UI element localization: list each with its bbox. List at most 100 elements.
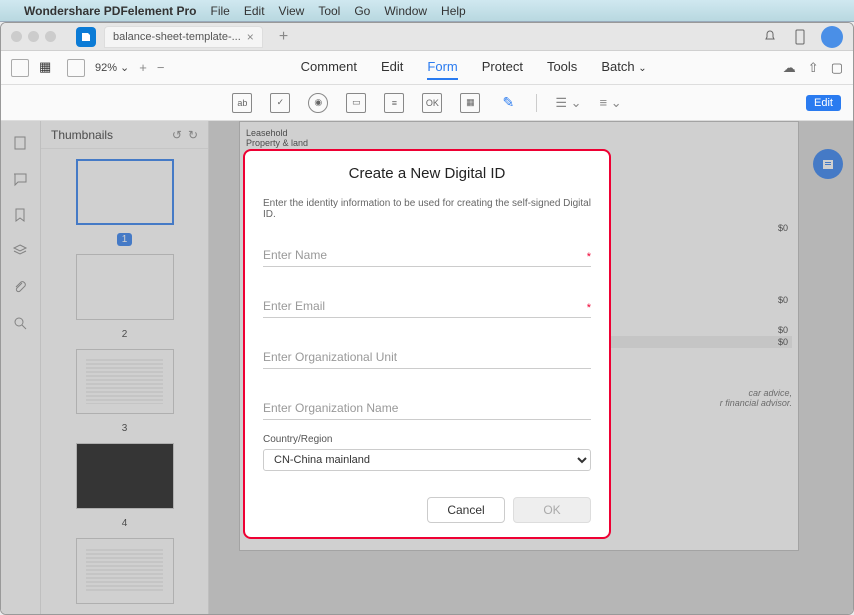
zoom-in-button[interactable]: + [139,60,147,75]
floating-action-button[interactable] [813,149,843,179]
menu-tool[interactable]: Tool [318,4,340,18]
checkbox-tool-icon[interactable]: ✓ [270,93,290,113]
modal-description: Enter the identity information to be use… [263,198,591,220]
view-single-icon[interactable] [11,59,29,77]
form-tools-bar: ab ✓ ◉ ▭ ≡ OK ▦ ✎ ☰ ⌄ ≡ ⌄ Edit [1,85,853,121]
mobile-icon[interactable] [791,28,809,46]
toolbar-right: ☁ ⇧ ▢ [783,60,843,76]
thumbnail-page-2[interactable] [76,254,174,320]
signature-tool-icon[interactable]: ✎ [498,93,518,113]
edit-button[interactable]: Edit [806,95,841,111]
minimize-window-button[interactable] [28,31,39,42]
required-icon: * [587,251,591,263]
org-name-input[interactable] [263,397,591,420]
ok-button[interactable]: OK [513,497,591,523]
page-number: 1 [117,233,133,246]
tab-protect[interactable]: Protect [482,55,523,80]
country-select[interactable]: CN-China mainland [263,449,591,471]
thumbnails-panel: Thumbnails ↺ ↻ 1 2 3 4 [41,121,209,614]
menu-help[interactable]: Help [441,4,466,18]
thumbnails-icon[interactable] [12,135,30,153]
app-logo-icon [76,27,96,47]
divider [536,94,537,112]
comments-icon[interactable] [12,171,30,189]
share-icon[interactable]: ⇧ [808,60,819,76]
new-tab-button[interactable]: + [279,28,288,46]
menu-bar: Wondershare PDFelement Pro File Edit Vie… [0,0,854,22]
bookmarks-icon[interactable] [12,207,30,225]
org-unit-input[interactable] [263,346,591,369]
zoom-control[interactable]: 92% ⌄ [95,61,129,74]
rotate-left-icon[interactable]: ↺ [172,128,182,142]
thumbnail-page-5[interactable] [76,538,174,604]
doc-text: Leasehold [246,128,792,138]
tab-tools[interactable]: Tools [547,55,577,80]
close-tab-icon[interactable]: × [247,30,254,44]
tab-strip: balance-sheet-template-... × + [76,26,761,48]
combobox-tool-icon[interactable]: ▭ [346,93,366,113]
distribute-tool-icon[interactable]: ≡ ⌄ [600,95,622,111]
textfield-tool-icon[interactable]: ab [232,93,252,113]
rotate-right-icon[interactable]: ↻ [188,128,198,142]
main-tabs: Comment Edit Form Protect Tools Batch ⌄ [164,55,782,80]
button-tool-icon[interactable]: OK [422,93,442,113]
modal-title: Create a New Digital ID [263,165,591,182]
search-icon[interactable] [12,315,30,333]
thumbnails-list: 1 2 3 4 [41,149,208,614]
maximize-window-button[interactable] [45,31,56,42]
doc-cell: $0 [610,222,792,234]
app-window: balance-sheet-template-... × + ▦ 92% ⌄ +… [0,22,854,615]
listbox-tool-icon[interactable]: ≡ [384,93,404,113]
thumbnails-title: Thumbnails [51,128,113,142]
close-window-button[interactable] [11,31,22,42]
menu-window[interactable]: Window [384,4,427,18]
cloud-icon[interactable]: ☁ [783,60,796,76]
document-tab-title: balance-sheet-template-... [113,31,241,43]
email-input[interactable] [263,295,591,318]
country-label: Country/Region [263,434,591,445]
tab-batch[interactable]: Batch ⌄ [601,55,646,80]
page-number: 4 [117,517,133,530]
user-avatar[interactable] [821,26,843,48]
name-input[interactable] [263,244,591,267]
document-tab[interactable]: balance-sheet-template-... × [104,26,263,48]
zoom-out-button[interactable]: − [157,60,165,75]
page-number: 3 [117,422,133,435]
main-area: Thumbnails ↺ ↻ 1 2 3 4 Leasehold [1,121,853,614]
tab-edit[interactable]: Edit [381,55,403,80]
menu-file[interactable]: File [211,4,230,18]
bell-icon[interactable] [761,28,779,46]
tab-comment[interactable]: Comment [301,55,357,80]
doc-cell: $0 [610,294,792,306]
menu-go[interactable]: Go [354,4,370,18]
attachments-icon[interactable] [12,279,30,297]
doc-cell: $0 [610,336,792,348]
doc-cell: $0 [610,324,792,336]
chevron-down-icon: ⌄ [638,63,646,74]
create-digital-id-modal: Create a New Digital ID Enter the identi… [243,149,611,539]
thumbnail-page-3[interactable] [76,349,174,415]
layers-icon[interactable] [12,243,30,261]
radio-tool-icon[interactable]: ◉ [308,93,328,113]
cancel-button[interactable]: Cancel [427,497,505,523]
thumbnail-page-1[interactable] [76,159,174,225]
title-bar: balance-sheet-template-... × + [1,23,853,51]
tab-form[interactable]: Form [427,55,457,80]
traffic-lights [11,31,56,42]
menu-view[interactable]: View [279,4,305,18]
main-toolbar: ▦ 92% ⌄ + − Comment Edit Form Protect To… [1,51,853,85]
view-controls: ▦ 92% ⌄ + − [11,59,164,77]
thumbnail-page-4[interactable] [76,443,174,509]
required-icon: * [587,302,591,314]
panel-icon[interactable]: ▢ [831,60,843,76]
thumbnails-header: Thumbnails ↺ ↻ [41,121,208,149]
doc-text: Property & land [246,138,792,148]
app-name[interactable]: Wondershare PDFelement Pro [24,4,197,18]
menu-edit[interactable]: Edit [244,4,265,18]
chevron-down-icon: ⌄ [120,61,129,74]
align-tool-icon[interactable]: ☰ ⌄ [555,95,581,111]
view-grid-icon[interactable]: ▦ [39,59,57,77]
date-tool-icon[interactable]: ▦ [460,93,480,113]
view-thumb-icon[interactable] [67,59,85,77]
title-bar-right [761,26,843,48]
